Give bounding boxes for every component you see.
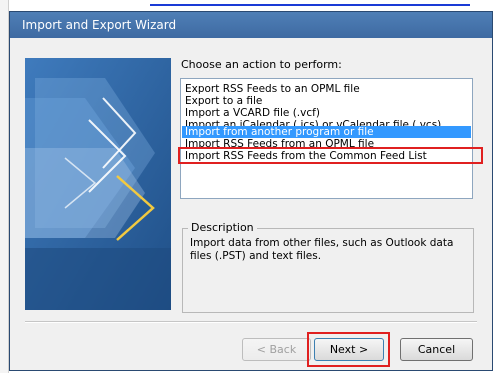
list-item-import-from-another-program[interactable]: Import from another program or file bbox=[182, 126, 471, 138]
list-item-export-to-file[interactable]: Export to a file bbox=[182, 95, 471, 107]
window-title: Import and Export Wizard bbox=[22, 18, 177, 32]
background-window-edge bbox=[0, 0, 9, 373]
button-separator bbox=[25, 321, 477, 323]
title-bar[interactable]: Import and Export Wizard bbox=[10, 12, 492, 38]
cancel-button[interactable]: Cancel bbox=[400, 338, 473, 361]
top-accent-line bbox=[150, 4, 470, 6]
selected-item-highlight-box bbox=[178, 147, 483, 164]
list-item-import-icalendar[interactable]: Import an iCalendar (.ics) or vCalendar … bbox=[182, 119, 471, 126]
description-title: Description bbox=[188, 221, 257, 234]
back-button[interactable]: < Back bbox=[242, 338, 311, 361]
import-export-wizard-dialog: Import and Export Wizard Choose an actio… bbox=[9, 11, 493, 371]
next-button-highlight-box bbox=[307, 332, 390, 367]
list-item-export-rss-opml[interactable]: Export RSS Feeds to an OPML file bbox=[182, 83, 471, 95]
list-item-import-vcard[interactable]: Import a VCARD file (.vcf) bbox=[182, 107, 471, 119]
wizard-graphic bbox=[25, 58, 171, 310]
dialog-client-area: Choose an action to perform: Export RSS … bbox=[10, 38, 492, 370]
description-text: Import data from other files, such as Ou… bbox=[190, 237, 454, 262]
action-prompt-label: Choose an action to perform: bbox=[181, 58, 342, 71]
action-listbox[interactable]: Export RSS Feeds to an OPML file Export … bbox=[180, 78, 473, 199]
